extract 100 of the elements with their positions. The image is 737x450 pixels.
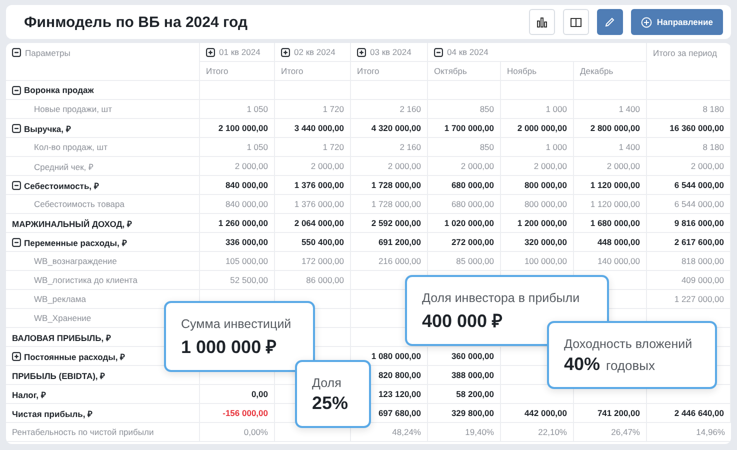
table-cell: 1 020 000,00 xyxy=(444,218,494,228)
book-icon xyxy=(570,16,582,28)
table-cell: 2 000,00 xyxy=(606,161,640,171)
callout-value: 400 000 ₽ xyxy=(422,310,502,332)
table-cell: 2 800 000,00 xyxy=(590,123,640,133)
table-cell: 409 000,00 xyxy=(681,275,724,285)
table-cell: 1 400 xyxy=(618,142,640,152)
table-cell: 0,00 xyxy=(251,389,268,399)
table-cell: 697 680,00 xyxy=(378,408,421,418)
table-cell: 1 080 000,00 xyxy=(371,351,421,361)
table-cell: 6 544 000,00 xyxy=(674,199,724,209)
table-cell: 1 376 000,00 xyxy=(294,180,344,190)
plus-toggle-icon[interactable] xyxy=(357,48,366,56)
subcolumn-header: Ноябрь xyxy=(507,66,536,76)
table-cell: 2 000,00 xyxy=(690,161,724,171)
row-label: ВАЛОВАЯ ПРИБЫЛЬ, ₽ xyxy=(12,332,111,342)
table-cell: 1 000 xyxy=(546,142,567,152)
table-cell: 442 000,00 xyxy=(524,408,567,418)
table-cell: 800 000,00 xyxy=(524,199,567,209)
table-cell: 388 000,00 xyxy=(451,370,494,380)
table-cell: 818 000,00 xyxy=(681,256,724,266)
table-cell: 48,24% xyxy=(392,427,421,437)
table-cell: 1 376 000,00 xyxy=(294,199,344,209)
row-label: WB_вознаграждение xyxy=(34,256,117,266)
row-label: Переменные расходы, ₽ xyxy=(24,236,127,248)
row-label: Выручка, ₽ xyxy=(24,122,71,134)
row-label: Налог, ₽ xyxy=(12,388,46,400)
plus-toggle-icon[interactable] xyxy=(206,48,215,56)
table-cell: 85 000,00 xyxy=(456,256,494,266)
column-header: 03 кв 2024 xyxy=(370,47,412,57)
pencil-icon xyxy=(604,16,616,28)
subcolumn-header: Октябрь xyxy=(434,66,467,76)
table-cell: 52 500,00 xyxy=(230,275,268,285)
row-label: ПРИБЫЛЬ (EBIDTA), ₽ xyxy=(12,370,106,380)
table-cell: 100 000,00 xyxy=(524,256,567,266)
table-cell: 14,96% xyxy=(696,427,725,437)
column-header: Итого за период xyxy=(653,48,717,58)
row-label: Новые продажи, шт xyxy=(34,104,112,114)
minus-toggle-icon[interactable] xyxy=(12,124,21,132)
callout-value: 40% xyxy=(564,354,600,375)
table-cell: 850 xyxy=(480,142,494,152)
minus-toggle-icon[interactable] xyxy=(12,180,21,190)
table-cell: 850 xyxy=(480,104,494,114)
minus-toggle-icon[interactable] xyxy=(434,48,443,56)
plus-toggle-icon[interactable] xyxy=(12,352,21,360)
table-cell: 1 720 xyxy=(322,104,344,114)
row-label: Себестоимость товара xyxy=(34,199,124,209)
table-cell: 2 446 640,00 xyxy=(674,408,724,418)
table-cell: 22,10% xyxy=(538,427,567,437)
table-cell: 320 000,00 xyxy=(524,237,567,247)
table-cell: 19,40% xyxy=(465,427,494,437)
table-cell: 741 200,00 xyxy=(597,408,640,418)
table-cell: 2 000,00 xyxy=(460,161,494,171)
table-cell: 8 180 xyxy=(702,104,724,114)
column-header: 02 кв 2024 xyxy=(294,47,336,57)
table-cell: 86 000,00 xyxy=(306,275,344,285)
minus-toggle-icon[interactable] xyxy=(12,238,21,246)
table-cell: 123 120,00 xyxy=(378,389,421,399)
row-label: Себестоимость, ₽ xyxy=(24,180,99,190)
table-cell: 272 000,00 xyxy=(451,237,494,247)
table-cell: 2 000,00 xyxy=(310,161,344,171)
table-cell: 9 816 000,00 xyxy=(674,218,724,228)
table-cell: 140 000,00 xyxy=(597,256,640,266)
column-header: 01 кв 2024 xyxy=(219,47,260,57)
table-cell: 840 000,00 xyxy=(225,199,268,209)
callout-label: Сумма инвестиций xyxy=(181,317,292,331)
table-cell: 4 320 000,00 xyxy=(371,123,421,133)
table-cell: 3 440 000,00 xyxy=(294,123,344,133)
table-cell: 1 700 000,00 xyxy=(444,123,494,133)
row-label: Кол-во продаж, шт xyxy=(34,142,108,152)
table-cell: 1 720 xyxy=(322,142,344,152)
row-label: Чистая прибыль, ₽ xyxy=(12,408,93,418)
plus-circle-icon xyxy=(640,16,652,28)
table-cell: 58 200,00 xyxy=(456,389,494,399)
table-cell: 26,47% xyxy=(611,427,640,437)
row-label: WB_реклама xyxy=(34,294,86,304)
row-label: МАРЖИНАЛЬНЫЙ ДОХОД, ₽ xyxy=(12,218,132,228)
table-cell: 1 050 xyxy=(246,142,268,152)
table-cell: 2 100 000,00 xyxy=(218,123,268,133)
subcolumn-header: Декабрь xyxy=(580,66,614,76)
table-cell: 216 000,00 xyxy=(378,256,421,266)
table-cell: 680 000,00 xyxy=(451,180,494,190)
table-cell: 1 000 xyxy=(546,104,567,114)
table-cell: 820 800,00 xyxy=(378,370,421,380)
table-cell: 550 400,00 xyxy=(301,237,344,247)
table-cell: 1 728 000,00 xyxy=(371,180,421,190)
column-header: 04 кв 2024 xyxy=(447,47,488,57)
page-title: Финмодель по ВБ на 2024 год xyxy=(24,14,249,30)
table-cell: 105 000,00 xyxy=(225,256,268,266)
callout-suffix: годовых xyxy=(606,358,655,373)
add-direction-button[interactable]: Направление xyxy=(630,9,723,35)
minus-toggle-icon[interactable] xyxy=(12,86,21,94)
callout-label: Доходность вложений xyxy=(564,337,694,351)
table-cell: 448 000,00 xyxy=(597,237,640,247)
plus-toggle-icon[interactable] xyxy=(281,48,290,56)
minus-toggle-icon[interactable] xyxy=(12,48,21,57)
table-cell: 1 728 000,00 xyxy=(371,199,421,209)
callout-value: 25% xyxy=(312,393,348,414)
table-cell: 360 000,00 xyxy=(451,351,494,361)
table-cell: 1 120 000,00 xyxy=(590,199,640,209)
